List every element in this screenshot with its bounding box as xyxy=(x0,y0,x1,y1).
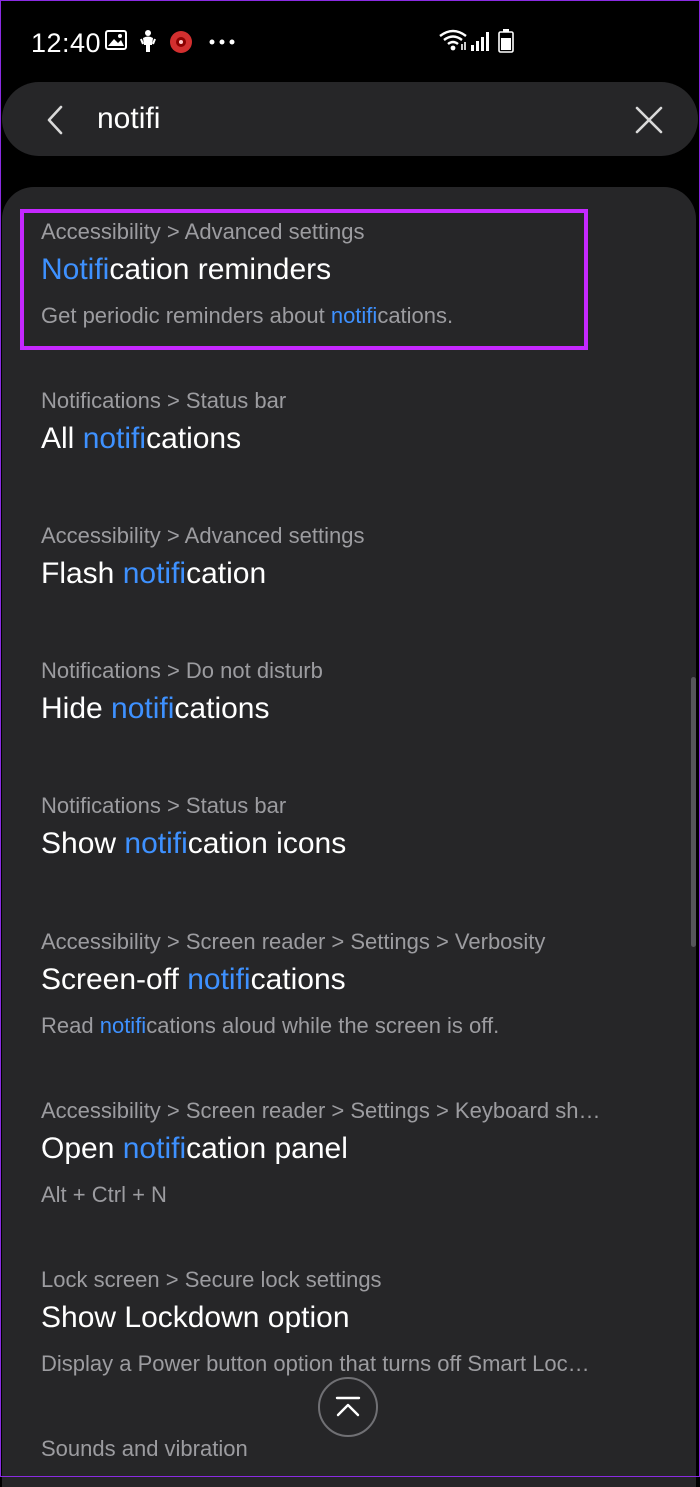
result-summary: Display a Power button option that turns… xyxy=(41,1351,590,1376)
back-button[interactable] xyxy=(32,97,78,143)
result-item-flash-notification[interactable]: Accessibility > Advanced settings Flash … xyxy=(2,523,696,633)
result-title: Show notification icons xyxy=(41,827,347,860)
result-path: Notifications > Status bar xyxy=(41,793,287,818)
result-item-all-notifications[interactable]: Notifications > Status bar All notificat… xyxy=(2,388,696,498)
result-path: Sounds and vibration xyxy=(41,1436,248,1461)
result-title: Show Lockdown option xyxy=(41,1301,350,1334)
result-item-show-notification-icons[interactable]: Notifications > Status bar Show notifica… xyxy=(2,793,696,903)
result-path: Accessibility > Advanced settings xyxy=(41,523,365,548)
result-path: Accessibility > Screen reader > Settings… xyxy=(41,1098,601,1123)
result-path: Notifications > Status bar xyxy=(41,388,287,413)
result-path: Lock screen > Secure lock settings xyxy=(41,1267,382,1292)
scrollbar-thumb[interactable] xyxy=(691,677,696,947)
status-time: 12:40 xyxy=(31,28,102,58)
chevron-up-bar-icon xyxy=(335,1396,361,1417)
result-item-screen-off-notifications[interactable]: Accessibility > Screen reader > Settings… xyxy=(2,929,696,1069)
close-icon xyxy=(635,106,663,134)
result-title: Notification reminders xyxy=(41,253,332,286)
result-summary: Get periodic reminders about notificatio… xyxy=(41,303,454,328)
gallery-icon xyxy=(105,30,127,50)
result-item-notification-reminders[interactable]: Accessibility > Advanced settings Notifi… xyxy=(2,219,696,359)
result-item-hide-notifications[interactable]: Notifications > Do not disturb Hide noti… xyxy=(2,658,696,768)
chevron-left-icon xyxy=(47,105,63,135)
clear-search-button[interactable] xyxy=(626,97,672,143)
search-results-list: Accessibility > Advanced settings Notifi… xyxy=(2,187,696,1487)
result-item-open-notification-panel[interactable]: Accessibility > Screen reader > Settings… xyxy=(2,1098,696,1238)
search-input[interactable] xyxy=(97,96,597,142)
scroll-to-top-button[interactable] xyxy=(318,1377,378,1437)
result-path: Notifications > Do not disturb xyxy=(41,658,323,683)
result-summary: Alt + Ctrl + N xyxy=(41,1182,167,1207)
wifi-icon xyxy=(439,29,467,51)
search-bar xyxy=(2,82,698,156)
result-title: Hide notifications xyxy=(41,692,270,725)
result-title: Screen-off notifications xyxy=(41,963,346,996)
more-dots-icon xyxy=(209,39,235,45)
cell-signal-icon xyxy=(471,32,489,51)
battery-icon xyxy=(498,29,514,53)
result-title: Flash notification xyxy=(41,557,267,590)
app-notification-icon xyxy=(170,31,192,53)
result-title: Open notification panel xyxy=(41,1132,348,1165)
result-item-sounds-and-vibration[interactable]: Sounds and vibration xyxy=(2,1436,696,1487)
android-icon xyxy=(140,30,156,52)
result-path: Accessibility > Screen reader > Settings… xyxy=(41,929,546,954)
result-path: Accessibility > Advanced settings xyxy=(41,219,365,244)
status-bar: 12:40 xyxy=(0,0,700,82)
result-summary: Read notifications aloud while the scree… xyxy=(41,1013,500,1038)
result-title: All notifications xyxy=(41,422,242,455)
